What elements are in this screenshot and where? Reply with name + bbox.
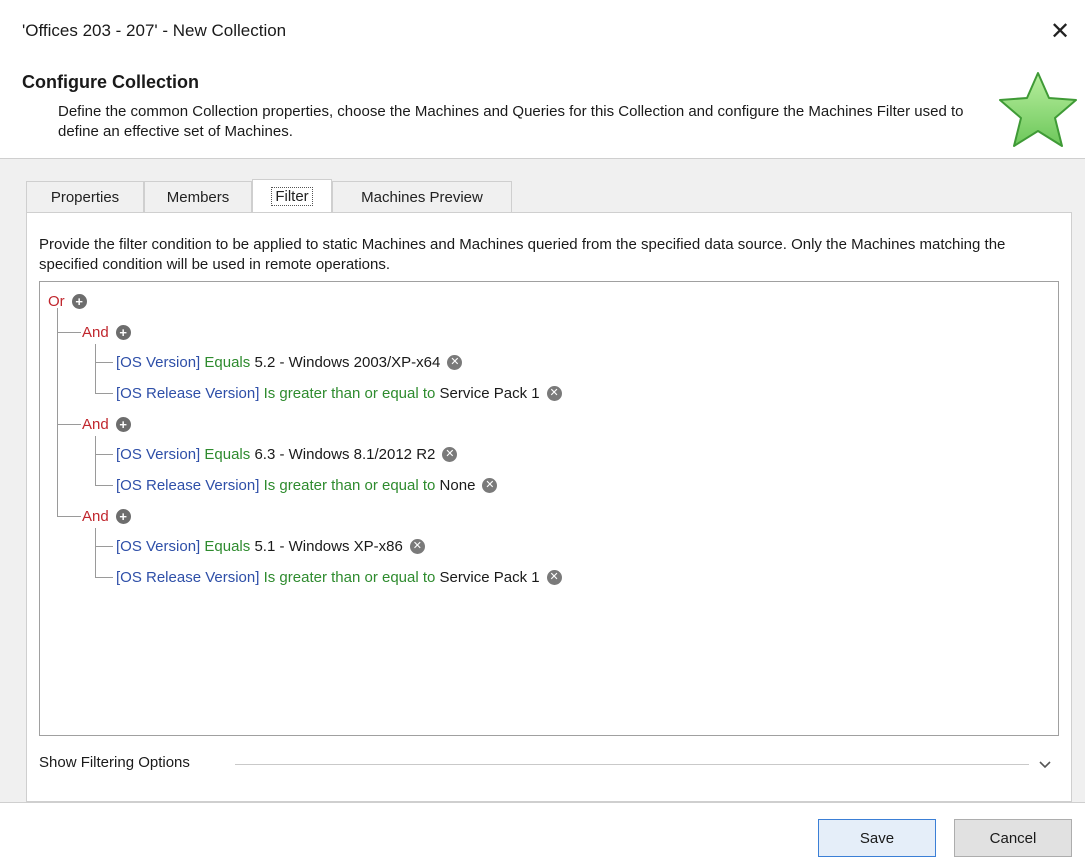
or-operator[interactable]: Or: [48, 293, 65, 310]
tree-condition[interactable]: [OS Release Version] Is greater than or …: [116, 473, 498, 497]
condition-field[interactable]: [OS Release Version]: [116, 385, 259, 402]
cancel-button[interactable]: Cancel: [954, 819, 1072, 857]
tree-root-or[interactable]: Or +: [48, 289, 87, 313]
tab-label: Machines Preview: [361, 189, 483, 206]
tree-connector: [95, 528, 96, 578]
filter-tree[interactable]: Or + And + [OS Version] Equals 5.2 - Win…: [39, 281, 1059, 736]
add-icon[interactable]: +: [115, 416, 131, 432]
show-filtering-options[interactable]: Show Filtering Options: [39, 754, 1059, 776]
condition-field[interactable]: [OS Version]: [116, 446, 200, 463]
tree-connector: [95, 577, 113, 578]
tree-connector: [95, 546, 113, 547]
condition-value[interactable]: 6.3 - Windows 8.1/2012 R2: [254, 446, 435, 463]
tree-condition[interactable]: [OS Release Version] Is greater than or …: [116, 381, 562, 405]
condition-operator[interactable]: Is greater than or equal to: [264, 569, 436, 586]
condition-operator[interactable]: Equals: [204, 538, 250, 555]
tab-filter[interactable]: Filter: [252, 179, 332, 213]
filter-panel: Provide the filter condition to be appli…: [26, 212, 1072, 802]
dialog-body: Properties Members Filter Machines Previ…: [0, 159, 1085, 802]
tab-machines-preview[interactable]: Machines Preview: [332, 181, 512, 213]
dialog-footer: Save Cancel: [0, 803, 1085, 868]
tree-connector: [95, 454, 113, 455]
star-icon: [999, 72, 1077, 147]
tree-connector: [57, 424, 81, 425]
remove-icon[interactable]: ✕: [442, 446, 458, 462]
remove-icon[interactable]: ✕: [546, 385, 562, 401]
tab-label: Properties: [50, 189, 120, 206]
add-icon[interactable]: +: [115, 508, 131, 524]
close-icon: ✕: [1049, 17, 1071, 45]
tree-condition[interactable]: [OS Version] Equals 6.3 - Windows 8.1/20…: [116, 442, 458, 466]
tree-connector: [95, 485, 113, 486]
remove-icon[interactable]: ✕: [482, 477, 498, 493]
condition-field[interactable]: [OS Version]: [116, 538, 200, 555]
tab-properties[interactable]: Properties: [26, 181, 144, 213]
add-icon[interactable]: +: [115, 324, 131, 340]
tree-connector: [57, 516, 81, 517]
save-button[interactable]: Save: [818, 819, 936, 857]
title-bar: 'Offices 203 - 207' - New Collection ✕: [0, 0, 1085, 66]
tree-connector: [95, 344, 96, 394]
remove-icon[interactable]: ✕: [546, 569, 562, 585]
condition-value[interactable]: Service Pack 1: [440, 385, 540, 402]
remove-icon[interactable]: ✕: [447, 354, 463, 370]
dialog-header: Configure Collection Define the common C…: [0, 66, 1085, 158]
page-title: Configure Collection: [22, 72, 199, 92]
tree-condition[interactable]: [OS Version] Equals 5.1 - Windows XP-x86…: [116, 534, 425, 558]
tree-group-and[interactable]: And +: [82, 504, 131, 528]
tree-connector: [57, 308, 58, 516]
tree-group-and[interactable]: And +: [82, 412, 131, 436]
tree-connector: [95, 362, 113, 363]
condition-field[interactable]: [OS Release Version]: [116, 569, 259, 586]
condition-field[interactable]: [OS Release Version]: [116, 477, 259, 494]
remove-icon[interactable]: ✕: [409, 538, 425, 554]
tab-label: Filter: [271, 187, 313, 206]
condition-value[interactable]: None: [440, 477, 476, 494]
condition-operator[interactable]: Is greater than or equal to: [264, 477, 436, 494]
page-description: Define the common Collection properties,…: [58, 103, 964, 140]
condition-value[interactable]: 5.2 - Windows 2003/XP-x64: [254, 354, 440, 371]
tree-connector: [95, 393, 113, 394]
tree-connector: [95, 436, 96, 486]
and-operator[interactable]: And: [82, 416, 109, 433]
condition-operator[interactable]: Is greater than or equal to: [264, 385, 436, 402]
window-title: 'Offices 203 - 207' - New Collection: [22, 21, 287, 40]
condition-value[interactable]: 5.1 - Windows XP-x86: [254, 538, 402, 555]
tree-condition[interactable]: [OS Release Version] Is greater than or …: [116, 565, 562, 589]
condition-operator[interactable]: Equals: [204, 446, 250, 463]
close-button[interactable]: ✕: [1047, 16, 1073, 46]
tree-group-and[interactable]: And +: [82, 320, 131, 344]
options-divider: [235, 764, 1029, 765]
tree-connector: [57, 332, 81, 333]
show-filtering-options-label[interactable]: Show Filtering Options: [39, 754, 196, 771]
chevron-down-icon[interactable]: [1035, 754, 1055, 774]
tab-label: Members: [166, 189, 230, 206]
filter-description: Provide the filter condition to be appli…: [39, 236, 1006, 273]
condition-operator[interactable]: Equals: [204, 354, 250, 371]
tree-condition[interactable]: [OS Version] Equals 5.2 - Windows 2003/X…: [116, 350, 463, 374]
tab-members[interactable]: Members: [144, 181, 252, 213]
and-operator[interactable]: And: [82, 508, 109, 525]
and-operator[interactable]: And: [82, 324, 109, 341]
condition-field[interactable]: [OS Version]: [116, 354, 200, 371]
condition-value[interactable]: Service Pack 1: [440, 569, 540, 586]
add-icon[interactable]: +: [71, 293, 87, 309]
